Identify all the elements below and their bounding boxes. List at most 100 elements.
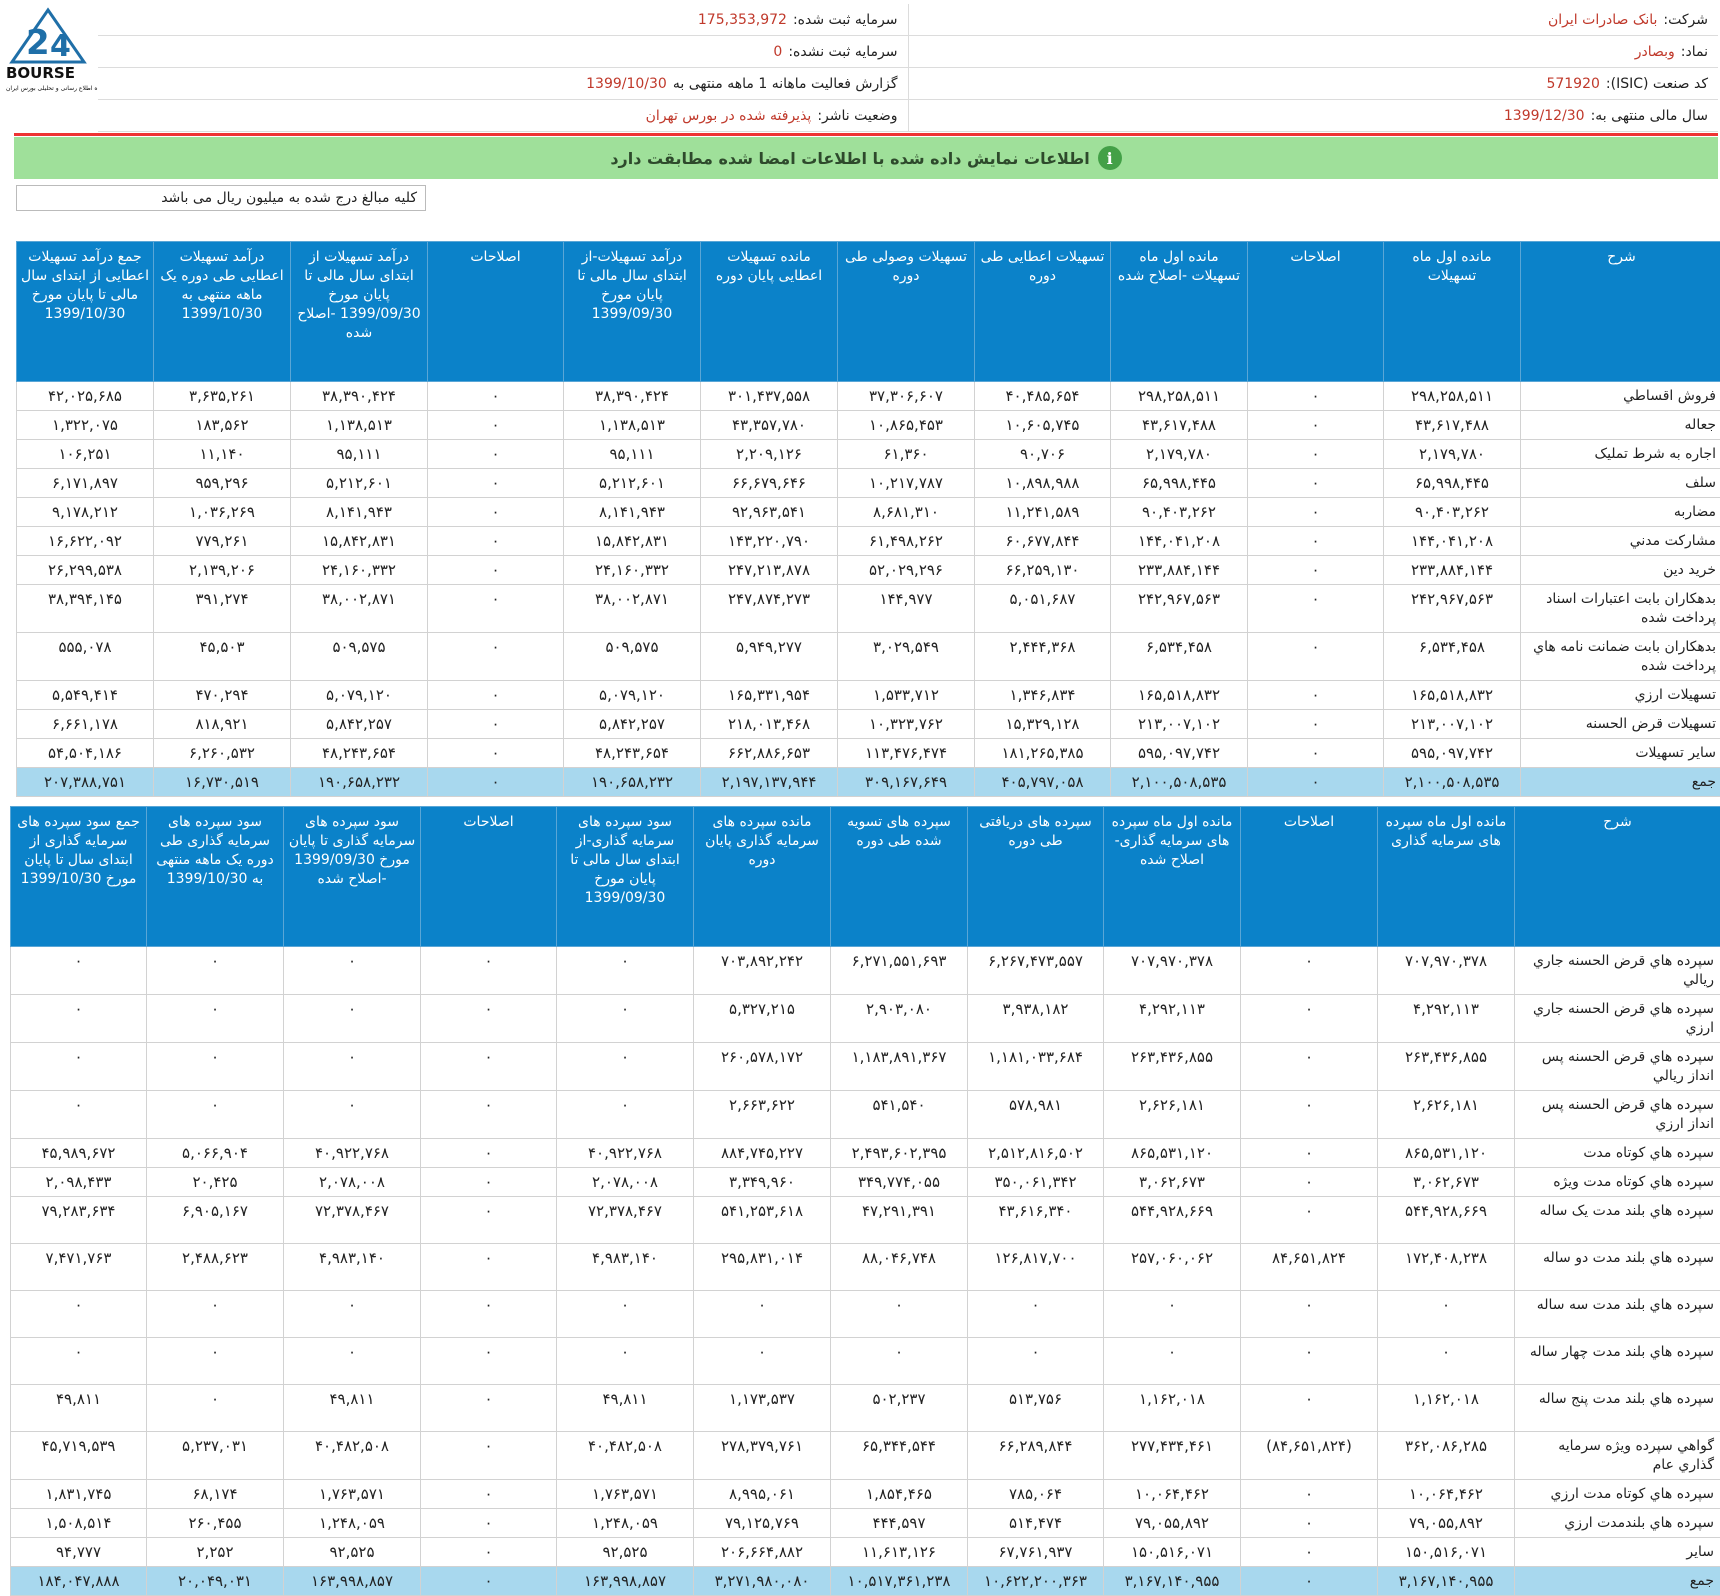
table-cell: ۲۶۰,۴۵۵ <box>146 1508 284 1538</box>
table-cell: ۰ <box>1247 584 1384 633</box>
table-cell: ۰ <box>420 1508 557 1538</box>
table-cell: ۱۶,۷۳۰,۵۱۹ <box>153 767 291 797</box>
column-header: سپرده های تسویه شده طی دوره <box>830 806 968 947</box>
table-cell: ۶۰,۶۷۷,۸۴۴ <box>974 526 1111 556</box>
table-cell: ۱۱۳,۴۷۶,۴۷۴ <box>837 738 975 768</box>
table-row: تسهيلات قرض الحسنه ۲۱۳,۰۰۷,۱۰۲ ۰ ۲۱۳,۰۰۷,۱۰… <box>16 709 1720 739</box>
bourse-logo: 2 4 BOURSE پایگاه اطلاع رسانی و تحلیلی ب… <box>0 6 108 96</box>
table-cell: ۶۱,۴۹۸,۲۶۲ <box>837 526 975 556</box>
column-header: درآمد تسهیلات اعطایی طی دوره یک ماهه منت… <box>153 241 291 382</box>
table-cell: ۹۲,۵۲۵ <box>283 1537 421 1567</box>
table-cell: ۰ <box>1240 1167 1378 1197</box>
table-cell: ۵۴۱,۲۵۳,۶۱۸ <box>693 1196 831 1244</box>
table-cell: ۱,۵۰۸,۵۱۴ <box>10 1508 147 1538</box>
table-cell: ۷۲,۳۷۸,۴۶۷ <box>556 1196 694 1244</box>
table-cell: ۱,۸۳۱,۷۴۵ <box>10 1479 147 1509</box>
table-cell: ۵۹۵,۰۹۷,۷۴۲ <box>1383 738 1521 768</box>
table-cell: ۳۸,۳۹۴,۱۴۵ <box>16 584 154 633</box>
table-cell: (۸۴,۶۵۱,۸۲۴) <box>1240 1431 1378 1480</box>
table-cell: ۲,۶۲۶,۱۸۱ <box>1377 1090 1515 1139</box>
table-row: سپرده هاي بلند مدت دو ساله ۱۷۲,۴۰۸,۲۳۸ ۸۴,… <box>10 1243 1720 1291</box>
table-row: سپرده هاي بلند مدت چهار ساله ۰ ۰ ۰ ۰ ۰ ۰ ۰ ۰ ۰ ۰ ۰ <box>10 1337 1720 1385</box>
table-cell: ۸۱۸,۹۲۱ <box>153 709 291 739</box>
column-header: سود سپرده های سرمایه گذاری تا پایان مورخ… <box>283 806 421 947</box>
table-cell: ۶,۲۶۰,۵۳۲ <box>153 738 291 768</box>
table-cell: ۵,۸۴۲,۲۵۷ <box>563 709 701 739</box>
table-cell: ۲۳۳,۸۸۴,۱۴۴ <box>1110 555 1248 585</box>
table-cell: ۰ <box>146 994 284 1043</box>
table-cell: ۱۸۱,۲۶۵,۳۸۵ <box>974 738 1111 768</box>
table-cell: ۶۶,۶۷۹,۶۴۶ <box>700 468 838 498</box>
table-row: مشارکت مدني ۱۴۴,۰۴۱,۲۰۸ ۰ ۱۴۴,۰۴۱,۲۰۸ ۶۰,۶۷۷… <box>16 526 1720 556</box>
table-cell: ۷۹,۰۵۵,۸۹۲ <box>1377 1508 1515 1538</box>
column-header: تسهیلات اعطایی طی دوره <box>974 241 1111 382</box>
table-cell: ۴۲,۰۲۵,۶۸۵ <box>16 381 154 411</box>
table-cell: ۱,۰۳۶,۲۶۹ <box>153 497 291 527</box>
table-row: ساير ۱۵۰,۵۱۶,۰۷۱ ۰ ۱۵۰,۵۱۶,۰۷۱ ۶۷,۷۶۱,۹۳۷ ۱۱,… <box>10 1537 1720 1567</box>
row-description: جعاله <box>1520 410 1720 440</box>
table-cell: ۴۰۵,۷۹۷,۰۵۸ <box>974 767 1111 797</box>
row-description: فروش اقساطي <box>1520 381 1720 411</box>
column-header: مانده تسهیلات اعطایی پایان دوره <box>700 241 838 382</box>
table-cell: ۱۶۳,۹۹۸,۸۵۷ <box>283 1566 421 1596</box>
table-cell: ۱,۲۴۸,۰۵۹ <box>556 1508 694 1538</box>
column-header: سپرده های دریافتی طی دوره <box>967 806 1104 947</box>
table-cell: ۰ <box>420 1167 557 1197</box>
header-field: وضعیت ناشر: پذیرفته شده در بورس تهران <box>98 100 908 131</box>
table-cell: ۰ <box>693 1337 831 1385</box>
table-cell: ۰ <box>10 1042 147 1091</box>
table-cell: ۰ <box>1247 632 1384 681</box>
column-header: اصلاحات <box>1240 806 1378 947</box>
table-cell: ۱,۱۸۱,۰۳۳,۶۸۴ <box>967 1042 1104 1091</box>
table-cell: ۱۴۳,۲۲۰,۷۹۰ <box>700 526 838 556</box>
table-cell: ۴۳,۶۱۶,۳۴۰ <box>967 1196 1104 1244</box>
table-row: بدهکاران بابت اعتبارات اسناد پرداخت شده ۲… <box>16 584 1720 633</box>
table-cell: ۰ <box>1247 381 1384 411</box>
table-cell: ۰ <box>693 1290 831 1338</box>
table-cell: ۸,۱۴۱,۹۴۳ <box>290 497 428 527</box>
table-cell: ۱۵,۸۴۲,۸۳۱ <box>563 526 701 556</box>
header-field: گزارش فعالیت ماهانه 1 ماهه منتهی به 1399/… <box>98 68 908 99</box>
table-row: گواهي سپرده ويژه سرمايه گذاري عام ۳۶۲,۰۸۶… <box>10 1431 1720 1480</box>
table-cell: ۴۳,۶۱۷,۴۸۸ <box>1383 410 1521 440</box>
table-cell: ۵,۰۷۹,۱۲۰ <box>290 680 428 710</box>
table-cell: ۴۰,۴۸۲,۵۰۸ <box>283 1431 421 1480</box>
table-cell: ۷۸۵,۰۶۴ <box>967 1479 1104 1509</box>
table-cell: ۰ <box>1240 1090 1378 1139</box>
table-cell: ۱۴۴,۹۷۷ <box>837 584 975 633</box>
table-cell: ۵۰۲,۲۳۷ <box>830 1384 968 1432</box>
table-cell: ۴۹,۸۱۱ <box>556 1384 694 1432</box>
table-cell: ۰ <box>10 1290 147 1338</box>
table-cell: ۲۱۸,۰۱۳,۴۶۸ <box>700 709 838 739</box>
table-cell: ۱۸۳,۵۶۲ <box>153 410 291 440</box>
row-description: سپرده هاي قرض الحسنه جاري ريالي <box>1514 946 1720 995</box>
table-cell: ۸۴,۶۵۱,۸۲۴ <box>1240 1243 1378 1291</box>
table-cell: ۱,۱۶۲,۰۱۸ <box>1103 1384 1241 1432</box>
table-row: سپرده هاي کوتاه مدت ويژه ۳,۰۶۲,۶۷۳ ۰ ۳,۰۶۲,… <box>10 1167 1720 1197</box>
table-cell: ۵۱۴,۴۷۴ <box>967 1508 1104 1538</box>
table-cell: ۱۶۳,۹۹۸,۸۵۷ <box>556 1566 694 1596</box>
table-cell: ۲۳۳,۸۸۴,۱۴۴ <box>1383 555 1521 585</box>
table-cell: ۶۱,۳۶۰ <box>837 439 975 469</box>
table-cell: ۷۹,۰۵۵,۸۹۲ <box>1103 1508 1241 1538</box>
table-cell: ۱۰۶,۲۵۱ <box>16 439 154 469</box>
table-cell: ۰ <box>1240 1384 1378 1432</box>
table-cell: ۰ <box>427 526 564 556</box>
table-cell: ۲,۴۸۸,۶۲۳ <box>146 1243 284 1291</box>
table-cell: ۵۴۴,۹۲۸,۶۶۹ <box>1377 1196 1515 1244</box>
table-cell: ۵,۰۶۶,۹۰۴ <box>146 1138 284 1168</box>
table-row: اجاره به شرط تمليک ۲,۱۷۹,۷۸۰ ۰ ۲,۱۷۹,۷۸۰ ۹۰,… <box>16 439 1720 469</box>
svg-text:4: 4 <box>50 29 71 64</box>
table-row: سپرده هاي کوتاه مدت ارزي ۱۰,۰۶۴,۴۶۲ ۰ ۱۰,۰۶… <box>10 1479 1720 1509</box>
table-cell: ۰ <box>556 946 694 995</box>
header-row: کد صنعت (ISIC): 571920 گزارش فعالیت ماهانه… <box>98 68 1718 100</box>
table-cell: ۹۵,۱۱۱ <box>563 439 701 469</box>
table-cell: ۰ <box>1240 1479 1378 1509</box>
table-cell: ۲۷۷,۴۳۴,۴۶۱ <box>1103 1431 1241 1480</box>
table-cell: ۱۲۶,۸۱۷,۷۰۰ <box>967 1243 1104 1291</box>
table-cell: ۳,۲۷۱,۹۸۰,۰۸۰ <box>693 1566 831 1596</box>
table-row: بدهکاران بابت ضمانت نامه هاي پرداخت شده ۶… <box>16 632 1720 681</box>
table-cell: ۰ <box>420 1384 557 1432</box>
row-description: مضاربه <box>1520 497 1720 527</box>
table-cell: ۸,۱۴۱,۹۴۳ <box>563 497 701 527</box>
